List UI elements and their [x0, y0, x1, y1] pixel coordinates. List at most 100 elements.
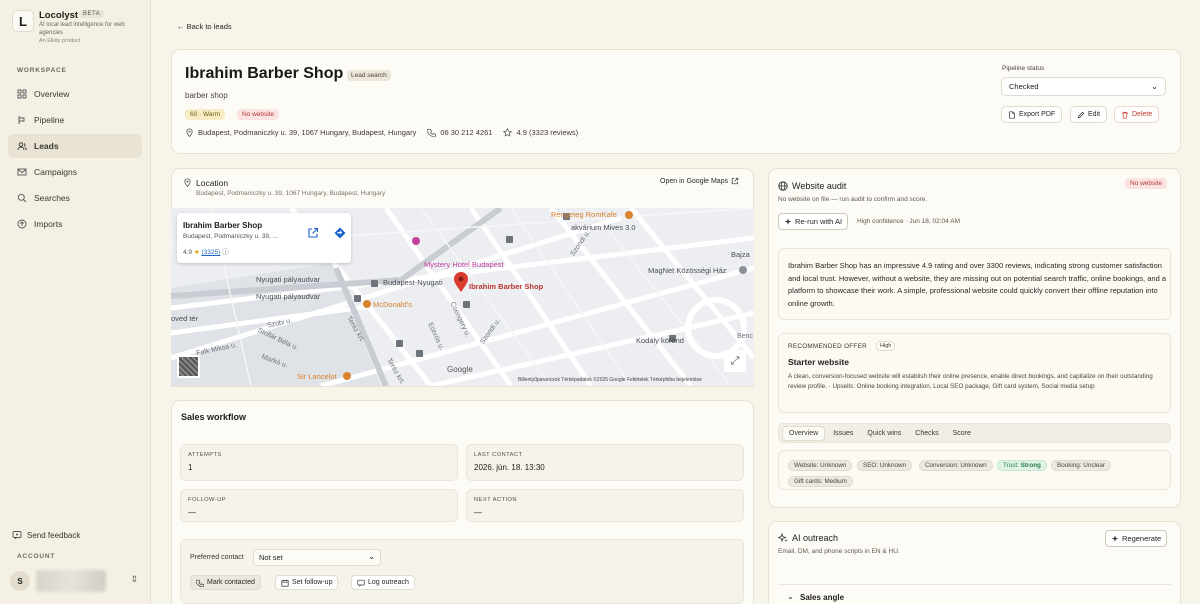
account-switcher[interactable]: S ⇕	[10, 570, 140, 592]
directions-icon[interactable]	[334, 227, 346, 239]
trash-icon	[1122, 111, 1128, 119]
phone-text: 06 30 212 4261	[440, 128, 493, 137]
sidebar-item-searches[interactable]: Searches	[8, 186, 142, 210]
chevron-down-icon: ⌄	[368, 552, 375, 561]
rating-meta: 4.9 (3323 reviews)	[503, 128, 578, 137]
export-pdf-button[interactable]: Export PDF	[1001, 106, 1063, 123]
map-info-window[interactable]: Ibrahim Barber Shop Budapest, Podmaniczk…	[177, 213, 351, 263]
map-label: Rengeteg RomKafe	[551, 210, 617, 219]
account-name-redacted	[36, 570, 106, 592]
brand-name: Locolyst	[39, 10, 79, 21]
audit-summary: Ibrahim Barber Shop has an impressive 4.…	[788, 261, 1166, 308]
tab-quick-wins[interactable]: Quick wins	[861, 427, 907, 440]
open-in-google-maps-link[interactable]: Open in Google Maps	[660, 177, 739, 185]
last-contact-label: LAST CONTACT	[474, 452, 523, 458]
location-address: Budapest, Podmaniczky u. 39, 1067 Hungar…	[196, 190, 386, 197]
tab-score[interactable]: Score	[947, 427, 977, 440]
mark-contacted-button[interactable]: Mark contacted	[190, 575, 261, 590]
map-reviews-link[interactable]: (3325)	[202, 249, 221, 256]
edit-button[interactable]: Edit	[1070, 106, 1108, 123]
map-label: Nyugati pályaudvar	[256, 275, 321, 284]
pipeline-status-value: Checked	[1009, 82, 1039, 91]
map-info-rating: 4.9 ★ (3325) ⓘ	[183, 246, 229, 256]
map-info-name: Ibrahim Barber Shop	[183, 221, 263, 230]
beta-badge: BETA	[79, 10, 105, 18]
back-to-leads-link[interactable]: ← Back to leads	[177, 22, 232, 31]
preferred-contact-label: Preferred contact	[190, 554, 244, 561]
pipeline-status-select[interactable]: Checked ⌄	[1001, 77, 1166, 96]
sidebar: L Locolyst BETA AI local lead intelligen…	[0, 0, 151, 604]
booking-chip: Booking: Unclear	[1051, 460, 1111, 471]
sparkle-icon	[1111, 534, 1119, 542]
brand-product: An Elkity product	[39, 38, 81, 44]
open-maps-label: Open in Google Maps	[660, 177, 729, 185]
sidebar-item-label: Imports	[34, 219, 63, 229]
feedback-icon	[12, 530, 22, 540]
open-external-icon[interactable]	[307, 227, 319, 239]
phone-meta[interactable]: 06 30 212 4261	[427, 128, 492, 137]
map-view[interactable]: Rengeteg RomKafe akvárium Mives 3.0 Bajz…	[171, 208, 754, 386]
rating-text: 4.9 (3323 reviews)	[516, 128, 579, 137]
google-logo: Google	[447, 365, 473, 374]
sidebar-item-overview[interactable]: Overview	[8, 82, 142, 106]
sidebar-item-label: Leads	[34, 141, 59, 151]
audit-confidence: High confidence · Jun 18, 02:04 AM	[857, 218, 960, 225]
regenerate-button[interactable]: Regenerate	[1105, 530, 1168, 547]
map-pin-icon	[186, 128, 193, 137]
tab-checks[interactable]: Checks	[909, 427, 944, 440]
globe-icon	[778, 181, 788, 191]
sidebar-item-pipeline[interactable]: Pipeline	[8, 108, 142, 132]
log-outreach-label: Log outreach	[368, 579, 409, 586]
attempts-value: 1	[188, 463, 193, 472]
preferred-contact-select[interactable]: Not set ⌄	[253, 549, 381, 566]
lead-meta-row: Budapest, Podmaniczky u. 39, 1067 Hungar…	[185, 128, 589, 137]
seo-chip: SEO: Unknown	[857, 460, 913, 471]
map-fullscreen-button[interactable]: ⤢	[724, 350, 746, 372]
map-label: Budapest-Nyugati	[383, 278, 443, 287]
tab-overview[interactable]: Overview	[782, 425, 826, 441]
phone-icon	[427, 128, 437, 137]
map-rating-value: 4.9	[183, 249, 193, 256]
attempts-field	[180, 444, 458, 481]
map-label: oved tér	[171, 314, 199, 323]
source-badge: Lead search	[347, 70, 391, 81]
address-text: Budapest, Podmaniczky u. 39, 1067 Hungar…	[198, 128, 417, 137]
grid-icon	[17, 89, 27, 99]
log-outreach-button[interactable]: Log outreach	[351, 575, 415, 590]
score-badge: 60 · Warm	[185, 109, 226, 120]
sales-angle-toggle[interactable]: Sales angle	[800, 593, 844, 602]
sparkle-icon	[784, 217, 792, 225]
audit-no-website-badge: No website	[1125, 178, 1168, 189]
website-chip: Website: Unknown	[788, 460, 853, 471]
map-label: Sir Lancelot	[297, 372, 337, 381]
tab-issues[interactable]: Issues	[827, 427, 859, 440]
users-icon	[17, 141, 27, 151]
chevron-down-icon[interactable]: ⌄	[787, 592, 794, 601]
attempts-label: ATTEMPTS	[188, 452, 222, 458]
set-follow-up-button[interactable]: Set follow-up	[275, 575, 339, 590]
mail-icon	[17, 167, 27, 177]
recommended-offer-title: Starter website	[788, 357, 849, 367]
rerun-label: Re-run with AI	[795, 217, 843, 226]
map-label: akvárium Mives 3.0	[571, 223, 636, 232]
sidebar-item-leads[interactable]: Leads	[8, 134, 142, 158]
arrow-left-icon: ←	[177, 22, 187, 31]
rerun-with-ai-button[interactable]: Re-run with AI	[778, 213, 849, 230]
file-icon	[1009, 110, 1015, 119]
fullscreen-icon: ⤢	[730, 354, 740, 367]
external-link-icon	[731, 177, 739, 185]
edit-label: Edit	[1088, 111, 1101, 118]
map-label: Kodály körönd	[636, 336, 684, 345]
delete-button[interactable]: Delete	[1114, 106, 1160, 123]
map-label: McDonald's	[373, 300, 412, 309]
star-icon	[503, 128, 513, 137]
brand-logo[interactable]: L	[12, 10, 34, 32]
brand-tagline: AI local lead intelligence for web agenc…	[39, 22, 125, 36]
send-feedback-button[interactable]: Send feedback	[12, 530, 80, 540]
conversion-chip: Conversion: Unknown	[919, 460, 993, 471]
sidebar-item-imports[interactable]: Imports	[8, 212, 142, 236]
sidebar-item-campaigns[interactable]: Campaigns	[8, 160, 142, 184]
no-website-badge: No website	[237, 109, 280, 120]
satellite-toggle[interactable]	[177, 355, 200, 378]
next-action-label: NEXT ACTION	[474, 497, 517, 503]
